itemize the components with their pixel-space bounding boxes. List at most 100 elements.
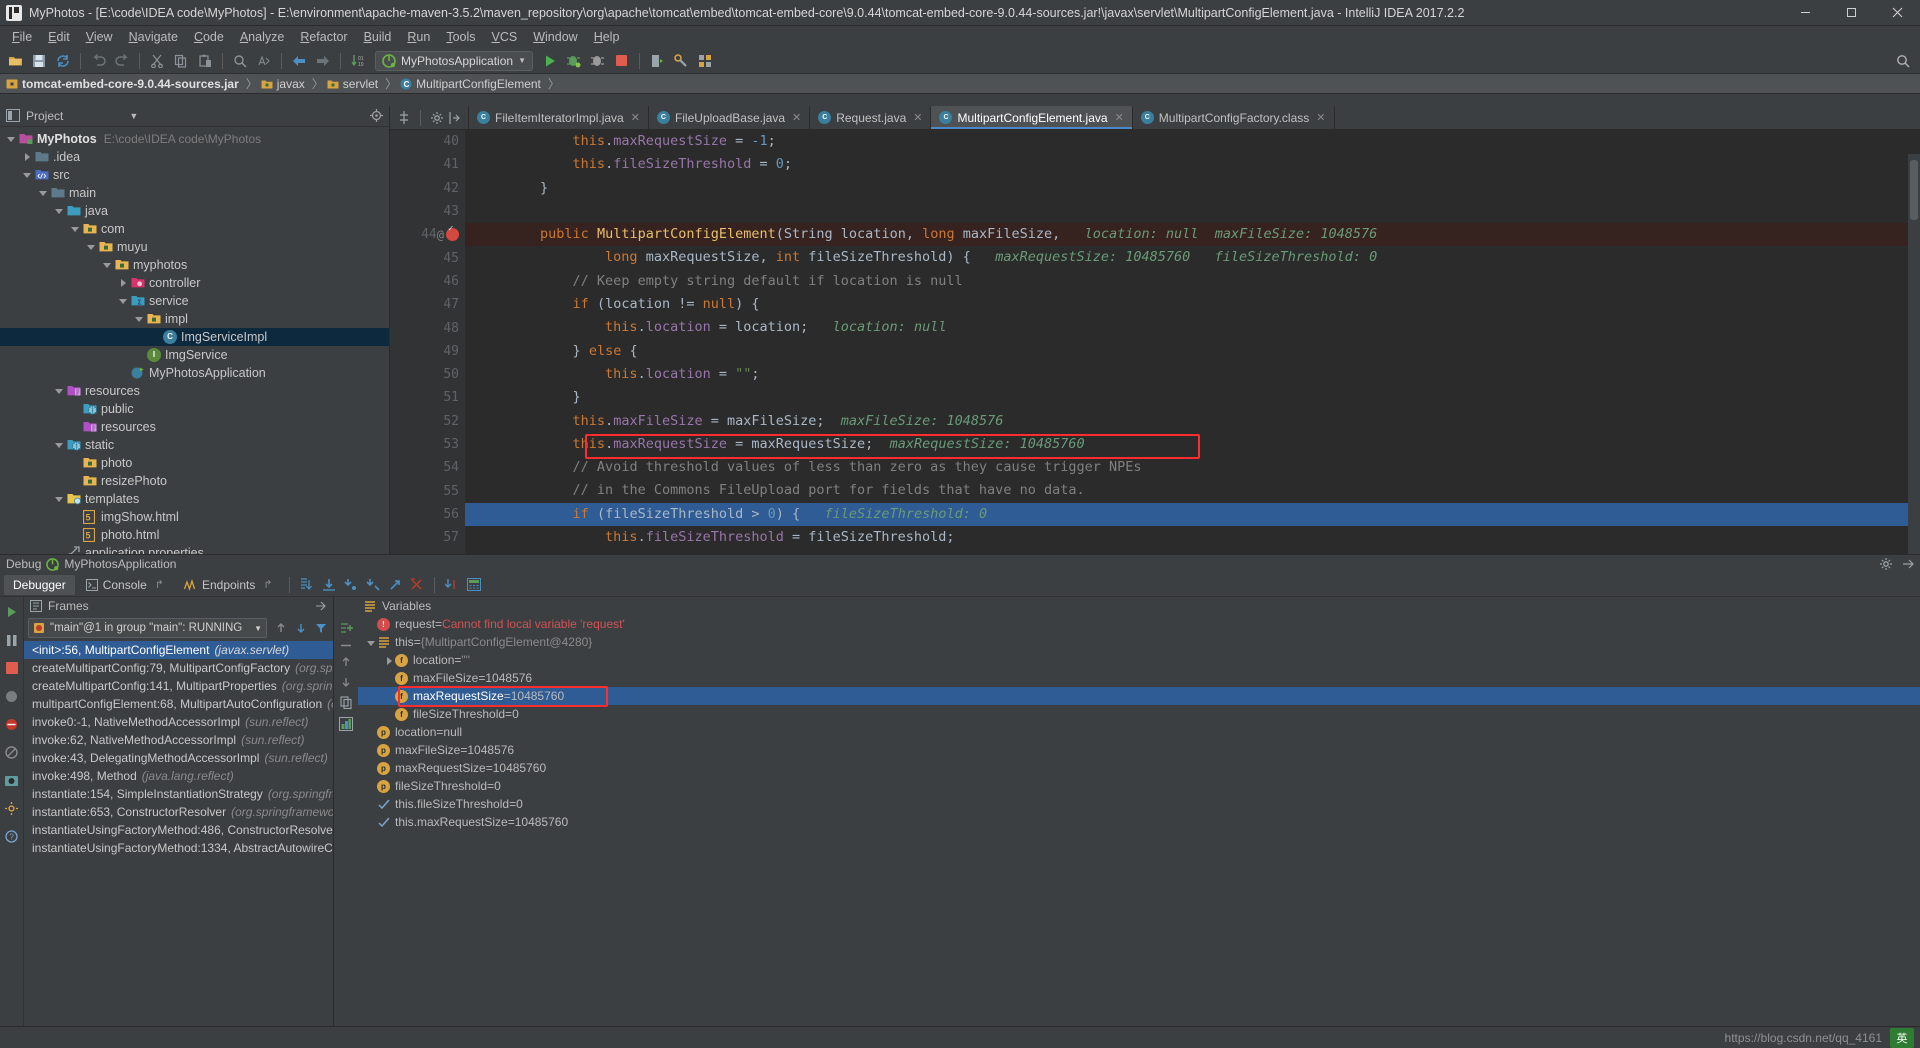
redo-icon[interactable] xyxy=(111,50,133,72)
project-structure-icon[interactable] xyxy=(694,50,716,72)
minimize-button[interactable] xyxy=(1782,0,1828,26)
breadcrumb-item-1[interactable]: javax xyxy=(261,77,309,91)
copy-icon[interactable] xyxy=(170,50,192,72)
drop-frame-icon[interactable] xyxy=(407,575,427,595)
code-line-56[interactable]: if (fileSizeThreshold > 0) { fileSizeThr… xyxy=(465,503,1920,526)
gear-icon[interactable] xyxy=(431,112,443,124)
sync-icon[interactable] xyxy=(52,50,74,72)
run-configuration-selector[interactable]: MyPhotosApplication ▼ xyxy=(375,51,533,71)
debug-tab-debugger[interactable]: Debugger xyxy=(4,575,75,595)
gutter-line-48[interactable]: 48 xyxy=(390,316,465,339)
tree-node-resizephoto[interactable]: resizePhoto xyxy=(0,472,389,490)
frame-row[interactable]: multipartConfigElement:68, MultipartAuto… xyxy=(24,695,333,713)
menu-item-vcs[interactable]: VCS xyxy=(484,27,526,47)
tree-node-myphotos[interactable]: myphotos xyxy=(0,256,389,274)
code-line-42[interactable]: } xyxy=(465,177,1920,200)
stop-button[interactable] xyxy=(611,50,633,72)
tree-toggle-icon[interactable] xyxy=(6,133,17,144)
settings-icon[interactable] xyxy=(3,799,21,817)
move-up-icon[interactable] xyxy=(340,656,352,668)
forward-icon[interactable] xyxy=(312,50,334,72)
frame-row[interactable]: invoke:43, DelegatingMethodAccessorImpl(… xyxy=(24,749,333,767)
code-line-51[interactable]: } xyxy=(465,386,1920,409)
breadcrumb-item-0[interactable]: tomcat-embed-core-9.0.44-sources.jar xyxy=(6,77,243,91)
tree-node--idea[interactable]: .idea xyxy=(0,148,389,166)
tree-toggle-icon[interactable] xyxy=(118,295,129,306)
gear-icon[interactable] xyxy=(1880,558,1892,570)
tree-node-service[interactable]: Σservice xyxy=(0,292,389,310)
gutter-line-57[interactable]: 57 xyxy=(390,526,465,549)
hide-icon[interactable] xyxy=(449,112,460,124)
code-viewport[interactable]: 4041424344@✓45464748495051525354555657 t… xyxy=(390,130,1920,554)
cut-icon[interactable] xyxy=(146,50,168,72)
remove-watch-icon[interactable] xyxy=(339,643,353,648)
tree-toggle-icon[interactable] xyxy=(22,151,33,162)
coverage-button[interactable] xyxy=(587,50,609,72)
tree-node-main[interactable]: main xyxy=(0,184,389,202)
gutter-line-44[interactable]: 44@✓ xyxy=(390,223,465,246)
frames-up-icon[interactable] xyxy=(271,622,291,634)
variable-row[interactable]: fmaxRequestSize = 10485760 xyxy=(358,687,1920,705)
help-icon[interactable]: ? xyxy=(3,827,21,845)
tree-node-photo-html[interactable]: 5photo.html xyxy=(0,526,389,544)
show-execution-point-icon[interactable] xyxy=(297,575,317,595)
find-replace-icon[interactable] xyxy=(253,50,275,72)
tree-node-src[interactable]: src xyxy=(0,166,389,184)
gutter-line-45[interactable]: 45 xyxy=(390,246,465,269)
tree-toggle-icon[interactable] xyxy=(134,313,145,324)
variable-row[interactable]: pmaxFileSize = 1048576 xyxy=(358,741,1920,759)
tree-toggle-icon[interactable] xyxy=(54,493,65,504)
tree-toggle-icon[interactable] xyxy=(118,277,129,288)
frames-list[interactable]: <init>:56, MultipartConfigElement(javax.… xyxy=(24,641,333,1026)
variable-row[interactable]: this.maxRequestSize = 10485760 xyxy=(358,813,1920,831)
tree-toggle-icon[interactable] xyxy=(38,187,49,198)
step-into-icon[interactable] xyxy=(341,575,361,595)
code-line-54[interactable]: // Avoid threshold values of less than z… xyxy=(465,456,1920,479)
locate-icon[interactable] xyxy=(370,109,383,122)
thread-selector[interactable]: "main"@1 in group "main": RUNNING ▼ xyxy=(28,618,267,638)
variable-toggle-icon[interactable] xyxy=(384,655,395,666)
detach-icon[interactable]: ↱ xyxy=(155,578,164,591)
menu-item-view[interactable]: View xyxy=(78,27,121,47)
gutter-line-46[interactable]: 46 xyxy=(390,270,465,293)
variable-row[interactable]: fmaxFileSize = 1048576 xyxy=(358,669,1920,687)
code-line-50[interactable]: this.location = ""; xyxy=(465,363,1920,386)
tree-node-myphotosapplication[interactable]: MyPhotosApplication xyxy=(0,364,389,382)
menu-item-refactor[interactable]: Refactor xyxy=(292,27,355,47)
tree-toggle-icon[interactable] xyxy=(54,205,65,216)
code-line-49[interactable]: } else { xyxy=(465,340,1920,363)
menu-item-run[interactable]: Run xyxy=(399,27,438,47)
project-tree[interactable]: MyPhotosE:\code\IDEA code\MyPhotos.ideas… xyxy=(0,127,389,554)
tree-toggle-icon[interactable] xyxy=(70,223,81,234)
menu-item-help[interactable]: Help xyxy=(586,27,628,47)
tree-node-static[interactable]: static xyxy=(0,436,389,454)
undo-icon[interactable] xyxy=(87,50,109,72)
code-line-40[interactable]: this.maxRequestSize = -1; xyxy=(465,130,1920,153)
no-breakpoint-icon[interactable] xyxy=(3,743,21,761)
view-breakpoints-icon[interactable] xyxy=(3,687,21,705)
code-line-47[interactable]: if (location != null) { xyxy=(465,293,1920,316)
frame-row[interactable]: instantiateUsingFactoryMethod:1334, Abst… xyxy=(24,839,333,857)
frame-row[interactable]: invoke:498, Method(java.lang.reflect) xyxy=(24,767,333,785)
split-icon[interactable] xyxy=(398,111,410,124)
tree-node-controller[interactable]: controller xyxy=(0,274,389,292)
tree-node-imgshow-html[interactable]: 5imgShow.html xyxy=(0,508,389,526)
frames-hide-icon[interactable] xyxy=(315,600,327,612)
code-text[interactable]: this.maxRequestSize = -1; this.fileSizeT… xyxy=(465,130,1920,554)
tree-node-java[interactable]: java xyxy=(0,202,389,220)
tree-node-myphotos[interactable]: MyPhotosE:\code\IDEA code\MyPhotos xyxy=(0,130,389,148)
tree-toggle-icon[interactable] xyxy=(54,439,65,450)
save-all-icon[interactable] xyxy=(28,50,50,72)
frame-row[interactable]: instantiate:154, SimpleInstantiationStra… xyxy=(24,785,333,803)
add-watch-icon[interactable] xyxy=(339,621,353,635)
compile-icon[interactable]: 0110 xyxy=(347,50,369,72)
paste-icon[interactable] xyxy=(194,50,216,72)
close-icon[interactable]: ✕ xyxy=(913,111,922,124)
force-step-into-icon[interactable] xyxy=(363,575,383,595)
editor-tab-multipartconfigfactory-class[interactable]: CMultipartConfigFactory.class✕ xyxy=(1133,106,1335,129)
inspect-icon[interactable] xyxy=(339,717,353,731)
code-line-43[interactable] xyxy=(465,200,1920,223)
tree-node-templates[interactable]: templates xyxy=(0,490,389,508)
detach-icon[interactable]: ↱ xyxy=(263,578,272,591)
tree-toggle-icon[interactable] xyxy=(86,241,97,252)
